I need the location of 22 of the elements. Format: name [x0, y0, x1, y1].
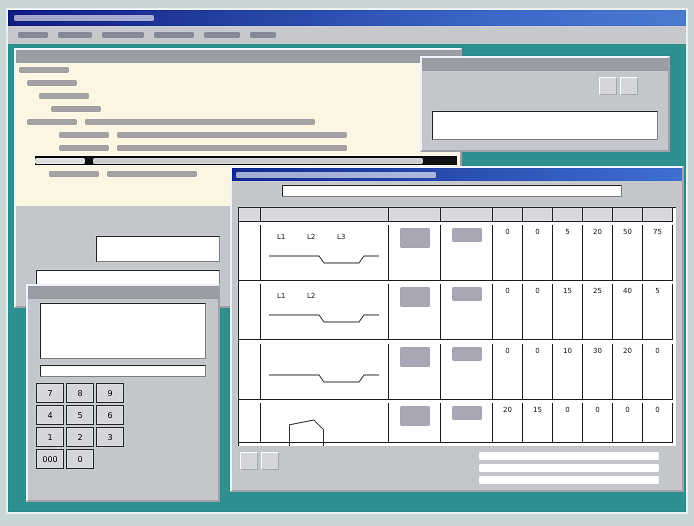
tree-row[interactable] [35, 156, 457, 165]
formula-cell [441, 344, 493, 400]
toolbar-button[interactable] [240, 452, 258, 470]
calculator-key[interactable]: 000 [36, 449, 64, 469]
calculator-key[interactable]: 1 [36, 427, 64, 447]
calculator-key[interactable]: 6 [96, 405, 124, 425]
toolbar-button[interactable] [599, 77, 617, 95]
toolbar-button[interactable] [620, 77, 638, 95]
formula-cell [441, 402, 493, 443]
calculator-key[interactable]: 7 [36, 383, 64, 403]
calculator-key[interactable]: 2 [66, 427, 94, 447]
formula-cell [441, 225, 493, 282]
calculator-key[interactable]: 5 [66, 405, 94, 425]
calculator-key[interactable]: 8 [66, 383, 94, 403]
input-field[interactable] [96, 236, 220, 262]
formula-cell [441, 284, 493, 340]
calculator-key[interactable]: 3 [96, 427, 124, 447]
dropdown-field[interactable] [282, 185, 622, 197]
toolbar-button[interactable] [261, 452, 279, 470]
calculator-key[interactable]: 0 [66, 449, 94, 469]
calculator-key[interactable]: 4 [36, 405, 64, 425]
calculator-key[interactable]: 9 [96, 383, 124, 403]
